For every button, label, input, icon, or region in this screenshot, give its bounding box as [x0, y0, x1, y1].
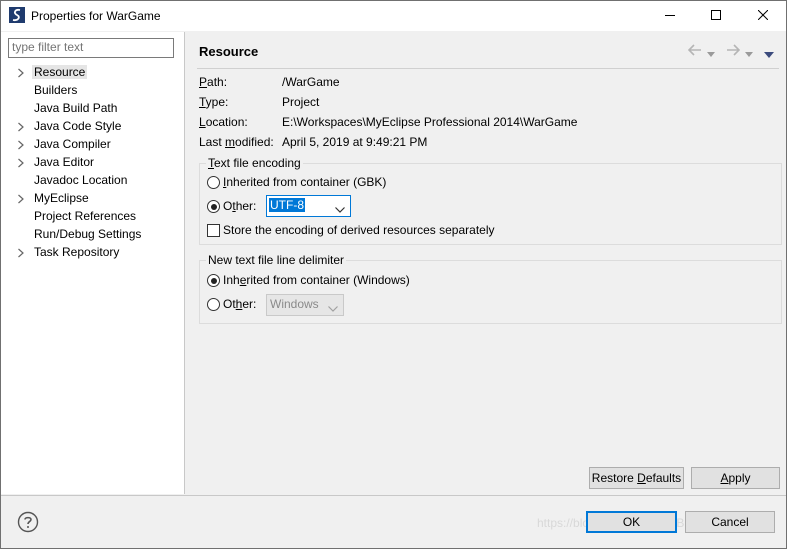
restore-defaults-label: Restore Defaults	[591, 471, 682, 485]
chevron-down-icon	[328, 301, 338, 315]
title-bar: Properties for WarGame	[1, 1, 786, 31]
location-label: Location:	[199, 115, 248, 129]
tree-item[interactable]: Java Code Style	[1, 117, 184, 135]
close-button[interactable]	[740, 1, 786, 31]
text-encoding-legend: Text file encoding	[206, 156, 303, 170]
line-delimiter-group: New text file line delimiter Inherited f…	[199, 253, 782, 324]
tree-item-label: Resource	[32, 65, 88, 79]
chevron-down-icon	[335, 202, 345, 216]
ok-button[interactable]: OK	[586, 511, 677, 533]
tree-item-label: MyEclipse	[34, 191, 89, 205]
tree-item-label: Javadoc Location	[34, 173, 128, 187]
encoding-select[interactable]: UTF-8	[266, 195, 351, 217]
view-menu-icon[interactable]	[764, 47, 774, 58]
tree-item[interactable]: Javadoc Location	[1, 171, 184, 189]
myeclipse-logo-icon	[9, 7, 25, 23]
chevron-right-icon[interactable]	[17, 139, 25, 150]
tree-item[interactable]: Builders	[1, 81, 184, 99]
encoding-inherited-label[interactable]: Inherited from container (GBK)	[223, 175, 386, 189]
minimize-icon	[665, 9, 675, 23]
tree-item-label: Project References	[34, 209, 137, 223]
chevron-right-icon[interactable]	[17, 157, 25, 168]
tree-item-label: Java Compiler	[34, 137, 111, 151]
last-modified-label: Last modified:	[199, 135, 274, 149]
page-title: Resource	[199, 44, 259, 59]
tree-item-label: Task Repository	[34, 245, 120, 259]
delimiter-other-radio[interactable]	[207, 298, 220, 311]
store-encoding-checkbox[interactable]	[207, 224, 220, 237]
maximize-icon	[711, 9, 721, 23]
type-label: Type:	[199, 95, 229, 109]
title-separator	[197, 68, 779, 69]
encoding-other-label[interactable]: Other:	[223, 199, 256, 213]
tree-item-label: Java Code Style	[34, 119, 122, 133]
encoding-other-radio[interactable]	[207, 200, 220, 213]
delimiter-inherited-label[interactable]: Inherited from container (Windows)	[223, 273, 410, 287]
encoding-inherited-radio[interactable]	[207, 176, 220, 189]
tree-item[interactable]: Java Compiler	[1, 135, 184, 153]
store-encoding-label[interactable]: Store the encoding of derived resources …	[223, 223, 495, 237]
apply-label: Apply	[720, 471, 751, 485]
chevron-right-icon[interactable]	[17, 67, 25, 78]
help-icon[interactable]	[17, 511, 39, 533]
properties-dialog: Properties for WarGame Resource Builders J…	[0, 0, 787, 549]
tree-item-label: Java Editor	[34, 155, 95, 169]
path-value: /WarGame	[282, 75, 340, 89]
footer-separator	[1, 495, 786, 496]
chevron-right-icon[interactable]	[17, 193, 25, 204]
path-label: Path:	[199, 75, 228, 89]
preference-tree-pane: Resource Builders Java Build Path Java Code…	[1, 32, 185, 494]
tree-item[interactable]: Project References	[1, 207, 184, 225]
tree-item[interactable]: Java Build Path	[1, 99, 184, 117]
tree-item[interactable]: MyEclipse	[1, 189, 184, 207]
chevron-down-icon[interactable]	[707, 47, 715, 57]
tree-item-label: Run/Debug Settings	[34, 227, 142, 241]
tree-item[interactable]: Resource	[1, 63, 184, 81]
tree-item[interactable]: Task Repository	[1, 243, 184, 261]
delimiter-select[interactable]: Windows	[266, 294, 344, 316]
chevron-right-icon[interactable]	[17, 247, 25, 258]
chevron-down-icon[interactable]	[745, 47, 753, 57]
delimiter-select-value: Windows	[270, 297, 319, 311]
delimiter-other-label[interactable]: Other:	[223, 297, 256, 311]
chevron-right-icon[interactable]	[17, 121, 25, 132]
tree-item[interactable]: Run/Debug Settings	[1, 225, 184, 243]
tree-item-label: Builders	[34, 83, 78, 97]
delimiter-inherited-radio[interactable]	[207, 274, 220, 287]
window-title: Properties for WarGame	[31, 9, 161, 23]
resource-page: Resource Path: /WarGame Type: Project Lo…	[185, 32, 786, 494]
tree-item[interactable]: Java Editor	[1, 153, 184, 171]
restore-defaults-button[interactable]: Restore Defaults	[589, 467, 684, 489]
close-icon	[757, 9, 769, 23]
filter-input[interactable]	[9, 39, 168, 55]
ok-label: OK	[622, 515, 641, 529]
cancel-label: Cancel	[711, 515, 749, 529]
tree-item-label: Java Build Path	[34, 101, 118, 115]
location-value: E:\Workspaces\MyEclipse Professional 201…	[282, 115, 578, 129]
type-value: Project	[282, 95, 320, 109]
maximize-button[interactable]	[693, 1, 739, 31]
minimize-button[interactable]	[647, 1, 693, 31]
apply-button[interactable]: Apply	[691, 467, 780, 489]
text-encoding-group: Text file encoding Inherited from contai…	[199, 156, 782, 245]
encoding-select-value: UTF-8	[269, 198, 305, 212]
last-modified-value: April 5, 2019 at 9:49:21 PM	[282, 135, 428, 149]
cancel-button[interactable]: Cancel	[685, 511, 775, 533]
line-delimiter-legend: New text file line delimiter	[206, 253, 347, 267]
filter-box[interactable]	[8, 38, 174, 58]
back-arrow-icon[interactable]	[687, 43, 703, 57]
forward-arrow-icon[interactable]	[725, 43, 741, 57]
